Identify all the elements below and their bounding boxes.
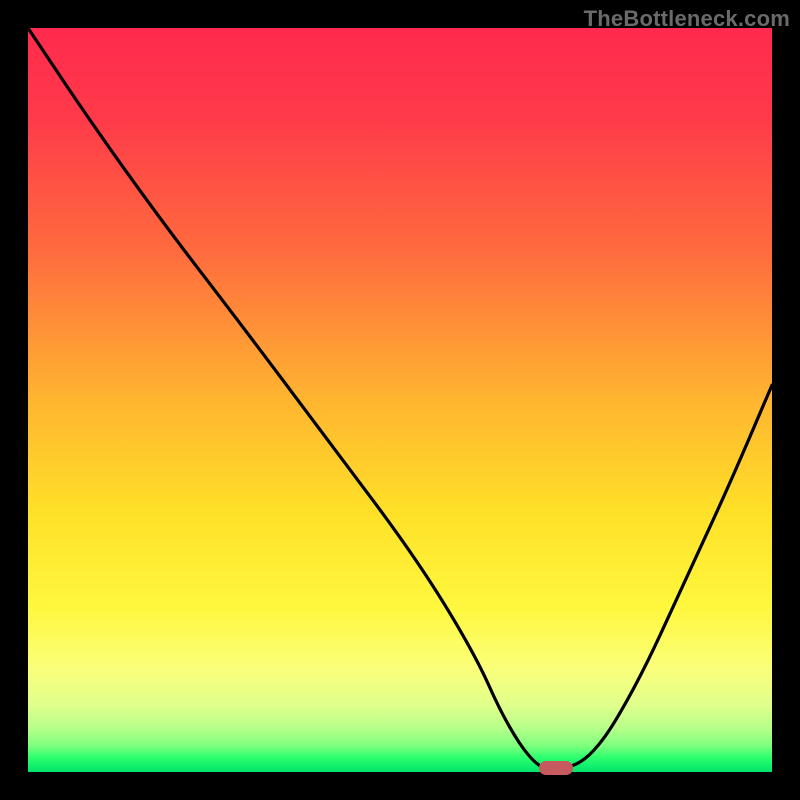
bottleneck-curve (28, 28, 772, 772)
plot-area (28, 28, 772, 772)
chart-canvas: TheBottleneck.com (0, 0, 800, 800)
optimum-marker (539, 761, 573, 775)
